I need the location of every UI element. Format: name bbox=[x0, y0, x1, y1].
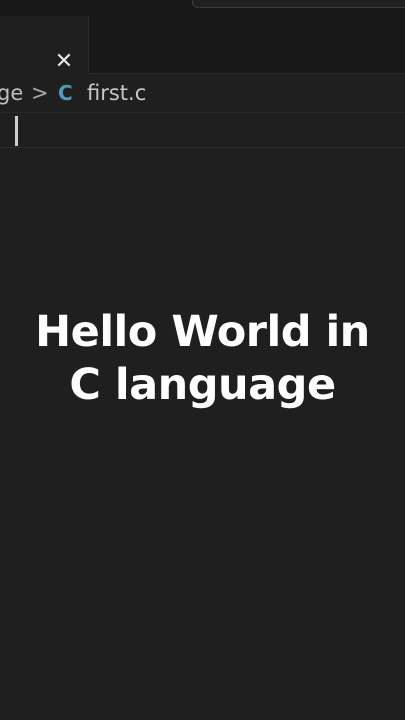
video-frame: ✕ ge > C first.c Hello World in C langua… bbox=[0, 0, 405, 720]
text-cursor bbox=[15, 116, 18, 146]
breadcrumb: ge > C first.c bbox=[0, 74, 405, 112]
breadcrumb-file-name[interactable]: first.c bbox=[87, 81, 146, 105]
editor-tab-active[interactable]: ✕ bbox=[0, 16, 89, 74]
close-icon[interactable]: ✕ bbox=[52, 50, 76, 74]
chevron-right-icon: > bbox=[31, 81, 49, 105]
video-caption: Hello World in C language bbox=[0, 306, 405, 412]
c-file-icon: C bbox=[58, 81, 73, 105]
command-center-search-box[interactable] bbox=[192, 0, 405, 8]
editor-current-line[interactable] bbox=[0, 112, 405, 148]
caption-line-1: Hello World in bbox=[35, 307, 370, 357]
breadcrumb-parent-folder[interactable]: ge bbox=[0, 81, 23, 105]
caption-line-2: C language bbox=[69, 360, 336, 410]
